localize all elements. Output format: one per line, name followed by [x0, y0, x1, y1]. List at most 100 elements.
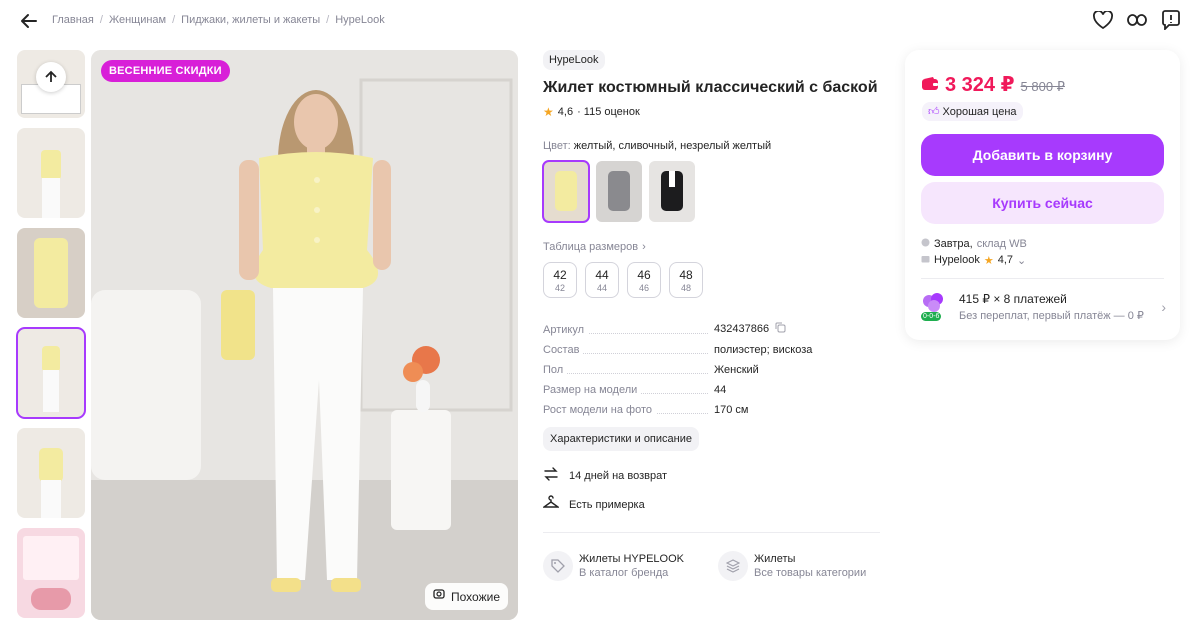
divider: [921, 278, 1164, 279]
heart-icon[interactable]: [1092, 9, 1114, 31]
similar-label: Похожие: [451, 589, 500, 604]
category-link[interactable]: Жилеты Все товары категории: [718, 551, 866, 581]
spec-key: Артикул: [543, 324, 589, 336]
cat-subtitle: В каталог бренда: [579, 567, 669, 579]
product-info: HypeLook Жилет костюмный классический с …: [541, 50, 883, 581]
brand-chip[interactable]: HypeLook: [543, 50, 605, 70]
star-icon: ★: [543, 105, 554, 119]
size-option[interactable]: 42 42: [543, 262, 577, 298]
thumbs-up-icon: 👍︎: [928, 106, 940, 118]
thumbnail-strip: [16, 50, 86, 628]
top-actions: [1092, 9, 1182, 31]
feature-text: 14 дней на возврат: [569, 469, 667, 482]
characteristics-button[interactable]: Характеристики и описание: [543, 427, 699, 451]
installment-title: 415 ₽ × 8 платежей: [959, 292, 1067, 306]
installment-offer[interactable]: 0-0-6 415 ₽ × 8 платежей Без переплат, п…: [921, 292, 1166, 322]
spec-key: Пол: [543, 364, 568, 376]
stack-icon: [718, 551, 748, 581]
promo-badge: ВЕСЕННИЕ СКИДКИ: [101, 60, 230, 82]
installment-badge: 0-0-6: [921, 312, 942, 321]
spec-row: Пол Женский: [543, 356, 883, 376]
good-price-label: Хорошая цена: [942, 105, 1017, 118]
category-links: Жилеты HYPELOOK В каталог бренда Жилеты …: [543, 551, 883, 581]
price-row: 3 324 ₽ 5 800 ₽: [921, 72, 1065, 97]
size-selector: 42 42 44 44 46 46 48 48: [543, 262, 883, 298]
seller-name: Hypelook: [934, 254, 980, 266]
thumbnail-2[interactable]: [17, 128, 85, 218]
cat-subtitle: Все товары категории: [754, 567, 867, 579]
size-table-label: Таблица размеров: [543, 241, 639, 253]
chevron-right-icon: ›: [642, 241, 646, 253]
thumbnail-4[interactable]: [16, 327, 86, 419]
spec-row: Артикул 432437866: [543, 316, 883, 336]
product-title: Жилет костюмный классический с баской: [543, 79, 878, 96]
spec-value: 44: [714, 384, 727, 396]
spec-key: Состав: [543, 344, 584, 356]
swatch-black[interactable]: [649, 161, 695, 222]
feature-text: Есть примерка: [569, 498, 645, 511]
return-arrows-icon: [543, 466, 559, 485]
main-product-photo[interactable]: ВЕСЕННИЕ СКИДКИ Похожие: [91, 50, 518, 620]
cat-title: Жилеты: [754, 553, 796, 565]
spec-value: полиэстер; вискоза: [714, 344, 813, 356]
old-price: 5 800 ₽: [1020, 79, 1065, 94]
link-icon[interactable]: [1126, 9, 1148, 31]
rating-value: 4,6: [557, 106, 574, 118]
color-line: Цвет: желтый, сливочный, незрелый желтый: [543, 140, 883, 152]
size-option[interactable]: 48 48: [669, 262, 703, 298]
delivery-row: Завтра, склад WB: [921, 236, 1027, 252]
report-icon[interactable]: [1160, 9, 1182, 31]
thumbnail-3[interactable]: [17, 228, 85, 318]
breadcrumb-brand[interactable]: HypeLook: [335, 14, 385, 26]
spec-key: Размер на модели: [543, 384, 642, 396]
breadcrumb-women[interactable]: Женщинам: [109, 14, 166, 26]
seller-row[interactable]: Hypelook ★ 4,7 ⌄: [921, 252, 1027, 268]
breadcrumb-home[interactable]: Главная: [52, 14, 94, 26]
breadcrumb-category[interactable]: Пиджаки, жилеты и жакеты: [181, 14, 320, 26]
breadcrumb: Главная / Женщинам / Пиджаки, жилеты и жак…: [52, 14, 385, 26]
add-to-cart-button[interactable]: Добавить в корзину: [921, 134, 1164, 176]
good-price-badge[interactable]: 👍︎ Хорошая цена: [922, 102, 1023, 121]
installment-icon: 0-0-6: [921, 292, 947, 322]
spec-row: Рост модели на фото 170 см: [543, 396, 883, 416]
spec-key: Рост модели на фото: [543, 404, 657, 416]
current-price: 3 324 ₽: [945, 74, 1015, 96]
rating[interactable]: ★ 4,6 · 115 оценок: [543, 105, 883, 119]
thumbnail-5[interactable]: [17, 428, 85, 518]
specs-table: Артикул 432437866 Состав полиэстер; виск…: [543, 316, 883, 416]
size-option[interactable]: 46 46: [627, 262, 661, 298]
size-table-link[interactable]: Таблица размеров ›: [543, 241, 883, 253]
scroll-up-button[interactable]: [36, 62, 66, 92]
back-arrow-icon[interactable]: [18, 10, 40, 32]
shop-icon: [921, 254, 930, 266]
hanger-icon: [541, 495, 561, 514]
color-swatches: [542, 160, 883, 223]
copy-icon[interactable]: [775, 322, 786, 336]
seller-star-icon: ★: [983, 254, 994, 267]
delivery-warehouse: склад WB: [976, 238, 1027, 250]
spec-value: 170 см: [714, 404, 749, 416]
warehouse-icon: [921, 238, 930, 250]
feature-return: 14 дней на возврат: [543, 466, 883, 485]
similar-search-icon: [433, 589, 445, 604]
thumbnail-6[interactable]: [17, 528, 85, 618]
buy-now-button[interactable]: Купить сейчас: [921, 182, 1164, 224]
swatch-gray[interactable]: [596, 161, 642, 222]
reviews-count: · 115 оценок: [577, 106, 640, 118]
spec-row: Состав полиэстер; вискоза: [543, 336, 883, 356]
delivery-day: Завтра,: [934, 238, 973, 250]
brand-catalog-link[interactable]: Жилеты HYPELOOK В каталог бренда: [543, 551, 684, 581]
divider: [543, 532, 880, 533]
cat-title: Жилеты HYPELOOK: [579, 553, 684, 565]
size-option[interactable]: 44 44: [585, 262, 619, 298]
thumbnail-1[interactable]: [17, 50, 85, 118]
seller-rating: 4,7: [997, 254, 1014, 266]
tag-icon: [543, 551, 573, 581]
swatch-yellow[interactable]: [542, 160, 590, 223]
spec-row: Размер на модели 44: [543, 376, 883, 396]
chevron-down-icon: ⌄: [1017, 254, 1027, 267]
wallet-icon: [921, 76, 939, 96]
color-value: желтый, сливочный, незрелый желтый: [573, 140, 772, 152]
model-illustration: [91, 50, 518, 620]
similar-button[interactable]: Похожие: [425, 583, 508, 610]
